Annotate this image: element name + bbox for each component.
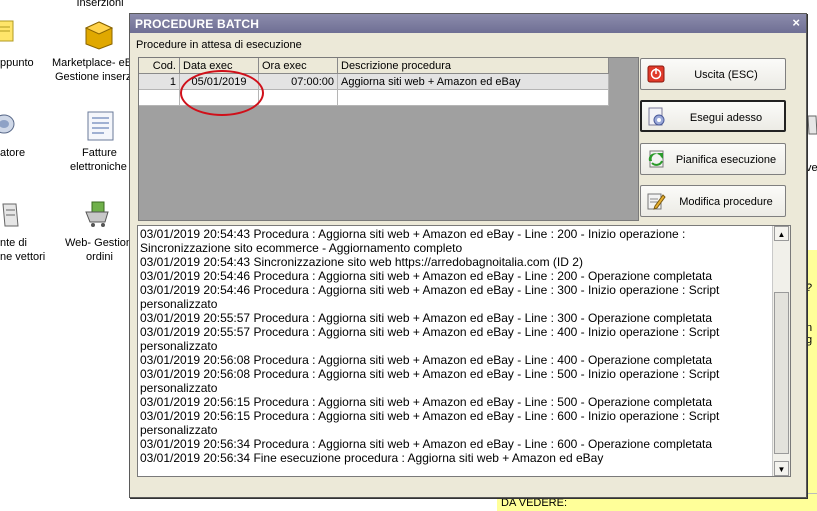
edit-icon	[647, 193, 666, 210]
desktop-icon-inserzioni[interactable]: Inserzioni	[70, 0, 130, 10]
log-text-area[interactable]: 03/01/2019 20:54:43 Procedura : Aggiorna…	[140, 227, 768, 475]
background-bottom-text: DA VEDERE:	[501, 497, 568, 509]
cell-cod[interactable]	[139, 89, 180, 106]
desktop-icon-label: Web- Gestion	[65, 237, 133, 249]
table-row-empty[interactable]	[139, 89, 609, 106]
run-now-button[interactable]: Esegui adesso	[640, 100, 786, 132]
cell-time[interactable]: 07:00:00	[258, 73, 338, 90]
column-header-cod[interactable]: Cod.	[139, 58, 180, 74]
invoice-icon	[87, 111, 114, 141]
log-line: 03/01/2019 20:54:43 Sincronizzazione sit…	[140, 255, 583, 269]
cell-description[interactable]: Aggiorna siti web + Amazon ed eBay	[337, 73, 609, 90]
column-header-date[interactable]: Data exec	[179, 58, 259, 74]
log-line: 03/01/2019 20:56:34 Procedura : Aggiorna…	[140, 437, 713, 451]
column-header-description[interactable]: Descrizione procedura	[337, 58, 609, 74]
log-line: 03/01/2019 20:56:08 Procedura : Aggiorna…	[140, 353, 713, 367]
run-now-icon	[648, 107, 665, 126]
log-line: 03/01/2019 20:55:57 Procedura : Aggiorna…	[140, 311, 713, 325]
scroll-up-arrow-icon[interactable]: ▲	[774, 226, 789, 241]
cell-date[interactable]	[179, 89, 259, 106]
log-scrollbar[interactable]: ▲ ▼	[772, 226, 790, 476]
desktop-icon-label: Gestione inserz	[55, 71, 132, 83]
desktop-icon-label: ordini	[86, 251, 113, 263]
desktop-icon-label: ne vettori	[0, 251, 46, 263]
schedule-icon	[648, 150, 664, 168]
log-line: personalizzato	[140, 339, 218, 353]
shopping-cart-icon	[85, 201, 109, 227]
procedures-grid[interactable]: Cod. Data exec Ora exec Descrizione proc…	[138, 57, 639, 221]
table-row[interactable]: 1 05/01/2019 07:00:00 Aggiorna siti web …	[139, 73, 609, 90]
scroll-thumb[interactable]	[774, 292, 789, 454]
log-line: 03/01/2019 20:54:43 Procedura : Aggiorna…	[140, 227, 686, 241]
cell-cod[interactable]: 1	[139, 73, 180, 90]
table-header-row: Cod. Data exec Ora exec Descrizione proc…	[139, 58, 609, 74]
edit-procedures-button[interactable]: Modifica procedure	[640, 185, 786, 217]
log-line: Sincronizzazione sito ecommerce - Aggior…	[140, 241, 463, 255]
schedule-button[interactable]: Pianifica esecuzione	[640, 143, 786, 175]
procedures-table: Cod. Data exec Ora exec Descrizione proc…	[139, 58, 609, 106]
exit-button[interactable]: Uscita (ESC)	[640, 58, 786, 90]
log-line: 03/01/2019 20:56:08 Procedura : Aggiorna…	[140, 367, 720, 381]
cell-date[interactable]: 05/01/2019	[179, 73, 259, 90]
desktop-icon-label: atore	[0, 147, 26, 159]
background-icon-fragment	[807, 115, 817, 135]
log-line: personalizzato	[140, 423, 218, 437]
desktop-icon-label: elettroniche	[70, 161, 127, 173]
note-icon	[0, 20, 14, 42]
calculator-icon	[0, 114, 15, 134]
background-text-fragment: n g	[806, 322, 813, 346]
dialog-titlebar[interactable]: PROCEDURE BATCH ×	[130, 14, 806, 33]
edit-procedures-button-label: Modifica procedure	[679, 196, 773, 208]
log-line: 03/01/2019 20:56:15 Procedura : Aggiorna…	[140, 395, 713, 409]
truck-doc-icon	[2, 203, 19, 227]
desktop-icon-label: Fatture	[82, 147, 117, 159]
cell-time[interactable]	[258, 89, 338, 106]
execution-log[interactable]: 03/01/2019 20:54:43 Procedura : Aggiorna…	[137, 225, 791, 477]
desktop-icon-label: ppunto	[0, 57, 34, 69]
pending-procedures-label: Procedure in attesa di esecuzione	[136, 39, 302, 51]
log-line: 03/01/2019 20:54:46 Procedura : Aggiorna…	[140, 269, 713, 283]
log-line: 03/01/2019 20:55:57 Procedura : Aggiorna…	[140, 325, 720, 339]
desktop-icon-label: Inserzioni	[76, 0, 124, 9]
cell-description[interactable]	[337, 89, 609, 106]
box-icon	[84, 21, 114, 50]
schedule-button-label: Pianifica esecuzione	[675, 154, 777, 166]
scroll-down-arrow-icon[interactable]: ▼	[774, 461, 789, 476]
log-line: 03/01/2019 20:56:15 Procedura : Aggiorna…	[140, 409, 720, 423]
log-line: 03/01/2019 20:54:46 Procedura : Aggiorna…	[140, 283, 720, 297]
log-line: personalizzato	[140, 297, 218, 311]
background-text-fragment: ve	[806, 162, 817, 174]
close-icon[interactable]: ×	[792, 15, 800, 30]
exit-icon	[647, 65, 665, 83]
column-header-time[interactable]: Ora exec	[258, 58, 338, 74]
log-line: 03/01/2019 20:56:34 Fine esecuzione proc…	[140, 451, 604, 465]
procedure-batch-dialog: PROCEDURE BATCH × Procedure in attesa di…	[129, 13, 807, 498]
log-line: personalizzato	[140, 381, 218, 395]
desktop-icon-label: nte di	[0, 237, 27, 249]
desktop-icon-label: Marketplace- eB	[52, 57, 133, 69]
exit-button-label: Uscita (ESC)	[694, 69, 758, 81]
dialog-title: PROCEDURE BATCH	[135, 17, 260, 31]
run-now-button-label: Esegui adesso	[689, 112, 763, 124]
